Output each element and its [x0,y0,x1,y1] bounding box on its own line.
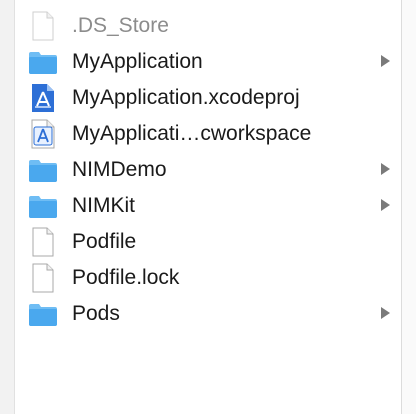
xcode-workspace-icon [28,119,58,149]
chevron-right-icon[interactable] [381,163,390,175]
file-name: MyApplication.xcodeproj [72,86,300,109]
file-name: MyApplication [72,50,203,73]
file-name: NIMKit [72,194,135,217]
file-name: Pods [72,302,120,325]
folder-icon [28,47,58,77]
file-row[interactable]: Pods [28,296,400,332]
chevron-right-icon[interactable] [381,307,390,319]
file-row[interactable]: MyApplication [28,44,400,80]
folder-icon [28,155,58,185]
file-row[interactable]: MyApplication.xcodeproj [28,80,400,116]
chevron-right-icon[interactable] [381,199,390,211]
document-icon [28,11,58,41]
file-name: Podfile.lock [72,266,180,289]
document-icon [28,227,58,257]
file-row[interactable]: NIMKit [28,188,400,224]
finder-column-view: .DS_Store MyApplication MyApplication.xcod… [0,0,416,414]
file-name: MyApplicati…cworkspace [72,122,312,145]
file-name: .DS_Store [72,14,169,37]
file-row[interactable]: Podfile.lock [28,260,400,296]
file-row[interactable]: NIMDemo [28,152,400,188]
previous-column-edge [0,0,15,414]
chevron-right-icon[interactable] [381,55,390,67]
file-row[interactable]: MyApplicati…cworkspace [28,116,400,152]
document-icon [28,263,58,293]
file-row[interactable]: .DS_Store [28,8,400,44]
column-scrollbar[interactable] [401,0,416,414]
file-name: Podfile [72,230,137,253]
folder-icon [28,299,58,329]
xcode-project-icon [28,83,58,113]
file-list: .DS_Store MyApplication MyApplication.xcod… [28,8,400,332]
file-name: NIMDemo [72,158,167,181]
file-row[interactable]: Podfile [28,224,400,260]
folder-icon [28,191,58,221]
